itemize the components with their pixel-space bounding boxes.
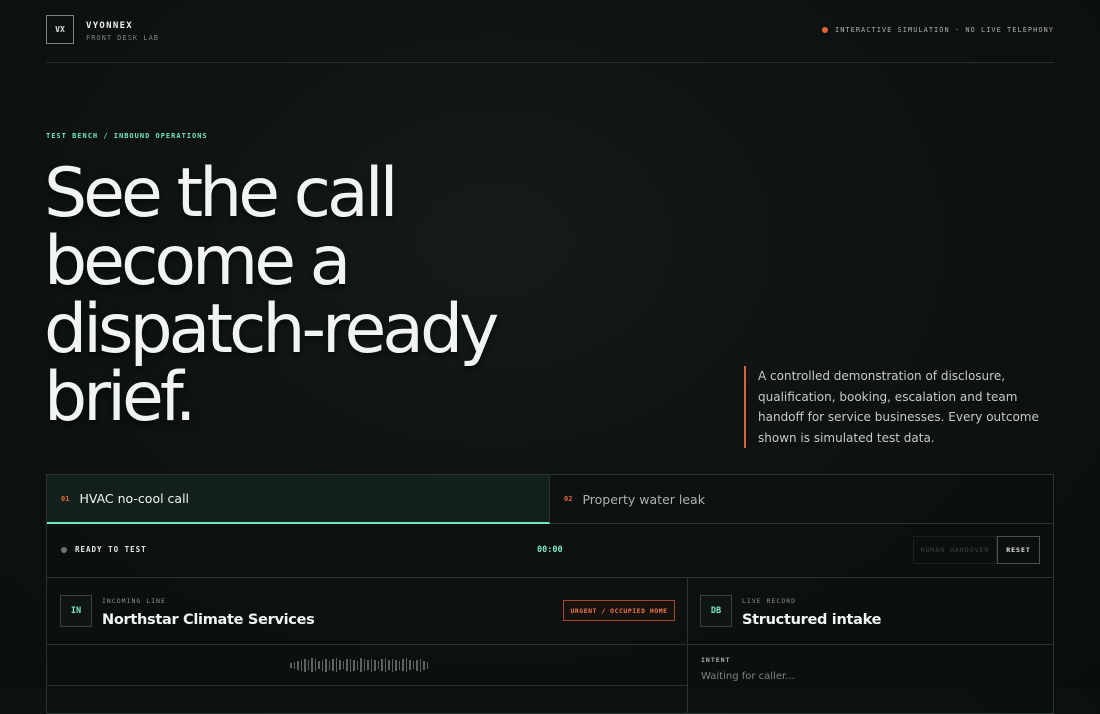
hero-line: become a (44, 222, 351, 301)
incoming-line-badge: IN (60, 595, 92, 627)
tab-property-water-leak[interactable]: 02 Property water leak (550, 475, 1054, 524)
call-state-text: READY TO TEST (75, 545, 147, 554)
hero-line: dispatch-ready (44, 290, 499, 369)
waveform-divider (47, 685, 687, 686)
column-divider (687, 577, 688, 713)
intent-value: Waiting for caller... (701, 671, 795, 682)
incoming-line-title: Northstar Climate Services (102, 612, 315, 628)
record-divider (688, 644, 1053, 645)
tab-label: Property water leak (582, 491, 705, 507)
live-record-label: LIVE RECORD (742, 597, 797, 605)
call-timer: 00:00 (537, 545, 563, 555)
hero-headline: See the call become a dispatch-ready bri… (44, 160, 564, 432)
tab-hvac-no-cool-call[interactable]: 01 HVAC no-cool call (47, 475, 550, 524)
hero-line: brief. (44, 358, 196, 437)
hero-line: See the call (44, 154, 399, 233)
incoming-divider (47, 644, 686, 645)
urgency-tag: URGENT / OCCUPIED HOME (563, 600, 675, 621)
incoming-line-label: INCOMING LINE (102, 597, 166, 605)
intent-label: INTENT (701, 656, 731, 664)
live-record-badge: DB (700, 595, 732, 627)
hero-intro: A controlled demonstration of disclosure… (744, 366, 1058, 448)
tab-label: HVAC no-cool call (79, 491, 190, 506)
live-record-title: Structured intake (742, 612, 882, 628)
header-divider (46, 62, 1054, 63)
status-dot-icon (821, 27, 828, 33)
simulation-status-text: INTERACTIVE SIMULATION · NO LIVE TELEPHO… (834, 26, 1054, 34)
audio-waveform-icon (290, 658, 428, 672)
call-state: READY TO TEST (61, 545, 147, 554)
brand-name: VYONNEX (86, 21, 134, 31)
tab-number: 02 (564, 495, 573, 503)
control-bar: READY TO TEST 00:00 HUMAN HANDOVER RESET (47, 524, 1053, 578)
state-dot-icon (61, 546, 67, 553)
simulator-panel: 01 HVAC no-cool call 02 Property water l… (46, 474, 1054, 714)
hero-eyebrow: TEST BENCH / INBOUND OPERATIONS (46, 132, 208, 140)
tab-number: 01 (61, 494, 70, 503)
human-handover-button[interactable]: HUMAN HANDOVER (913, 536, 997, 564)
simulation-status: INTERACTIVE SIMULATION · NO LIVE TELEPHO… (821, 26, 1054, 34)
brand-logo[interactable]: VX (46, 15, 74, 44)
reset-button[interactable]: RESET (997, 536, 1040, 564)
brand: VYONNEX FRONT DESK LAB (86, 21, 159, 42)
brand-subtitle: FRONT DESK LAB (86, 34, 160, 42)
